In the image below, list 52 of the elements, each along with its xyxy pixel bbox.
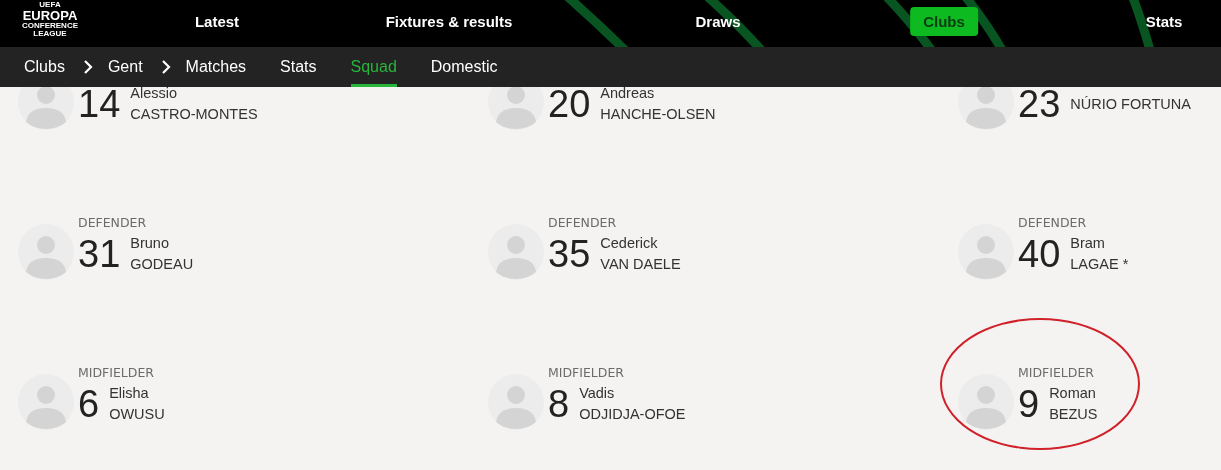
tab[interactable]: Matches xyxy=(185,47,247,87)
first-name: Cederick xyxy=(600,234,659,253)
last-name: NÚRIO FORTUNA xyxy=(1070,94,1191,114)
player-number: 14 xyxy=(78,82,121,126)
first-name: Bram xyxy=(1070,234,1106,253)
first-name: Elisha xyxy=(109,384,150,403)
player-number: 8 xyxy=(548,382,570,426)
player-position: MIDFIELDER xyxy=(1018,364,1096,382)
player-number: 20 xyxy=(548,82,591,126)
nav-link[interactable]: Clubs xyxy=(910,7,978,36)
last-name: OWUSU xyxy=(109,405,165,424)
last-name: GODEAU xyxy=(130,255,194,274)
last-name: LAGAE * xyxy=(1070,255,1129,274)
tab[interactable]: Stats xyxy=(280,47,317,87)
player-position: DEFENDER xyxy=(548,214,618,232)
nav-link[interactable]: Stats xyxy=(1135,7,1193,36)
breadcrumb-link[interactable]: Clubs xyxy=(24,58,65,76)
avatar-icon xyxy=(18,224,74,280)
chevron-icon xyxy=(159,59,172,75)
last-name: ODJIDJA-OFOE xyxy=(579,405,686,424)
first-name: Andreas xyxy=(600,84,656,103)
last-name: HANCHE-OLSEN xyxy=(600,105,716,124)
player-number: 9 xyxy=(1018,382,1040,426)
last-name: BEZUS xyxy=(1049,405,1098,424)
player-number: 23 xyxy=(1018,82,1061,126)
last-name: VAN DAELE xyxy=(600,255,681,274)
nav-link[interactable]: Draws xyxy=(685,7,751,36)
tab[interactable]: Domestic xyxy=(430,47,498,87)
first-name: Roman xyxy=(1049,384,1097,403)
avatar-icon xyxy=(488,374,544,430)
player-number: 40 xyxy=(1018,232,1061,276)
player-number: 31 xyxy=(78,232,121,276)
player-position: MIDFIELDER xyxy=(548,364,626,382)
first-name: Bruno xyxy=(130,234,170,253)
avatar-icon xyxy=(18,374,74,430)
first-name: Alessio xyxy=(130,84,179,103)
nav-link[interactable]: Fixtures & results xyxy=(375,7,523,36)
player-position: DEFENDER xyxy=(1018,214,1088,232)
breadcrumb-link[interactable]: Gent xyxy=(107,58,143,76)
player-position: DEFENDER xyxy=(78,214,148,232)
chevron-icon xyxy=(81,59,94,75)
nav-link[interactable]: Latest xyxy=(184,7,250,36)
player-number: 6 xyxy=(78,382,100,426)
last-name: CASTRO-MONTES xyxy=(130,105,258,124)
logo[interactable]: UEFA EUROPA CONFERENCE LEAGUE xyxy=(14,1,86,38)
tab[interactable]: Squad xyxy=(350,47,397,87)
first-name: Vadis xyxy=(579,384,616,403)
avatar-icon xyxy=(958,224,1014,280)
player-position: MIDFIELDER xyxy=(78,364,156,382)
player-number: 35 xyxy=(548,232,591,276)
avatar-icon xyxy=(958,374,1014,430)
avatar-icon xyxy=(488,224,544,280)
